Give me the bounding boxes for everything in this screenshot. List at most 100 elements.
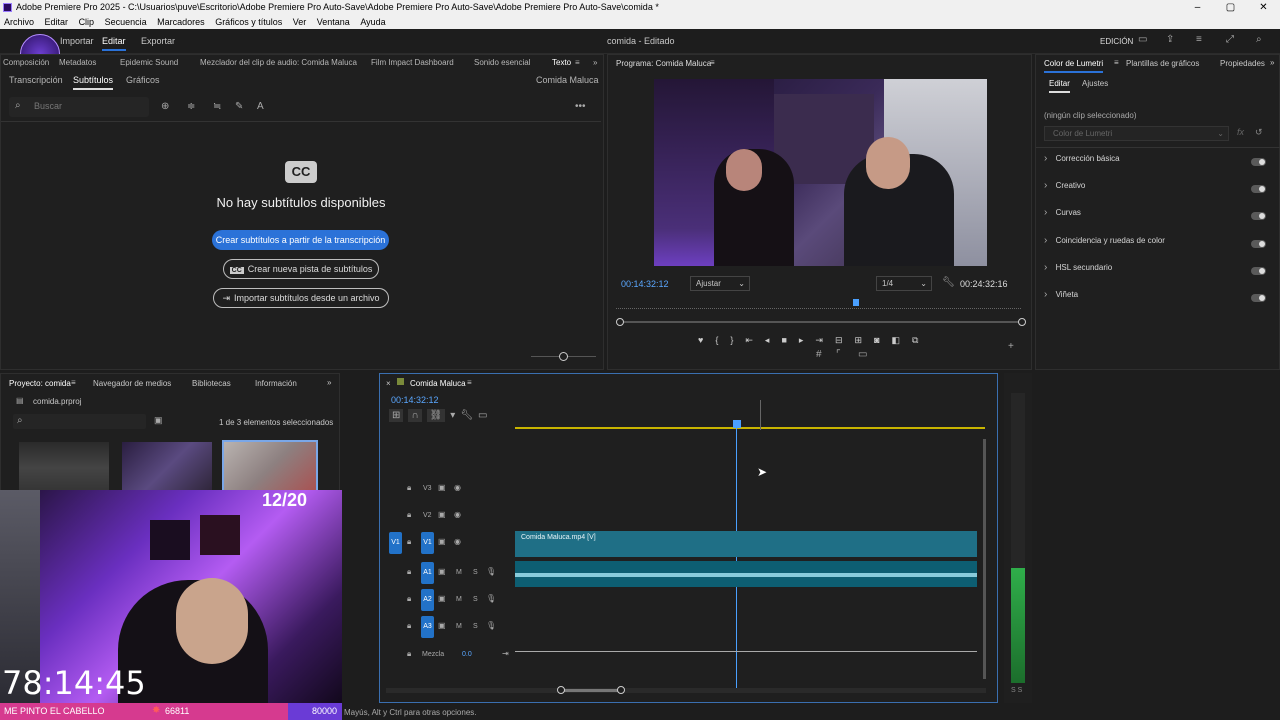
fx-icon[interactable]: fx [1237, 127, 1244, 137]
more-tabs-icon[interactable]: » [593, 58, 597, 67]
menu-marcadores[interactable]: Marcadores [157, 17, 205, 27]
import-captions-button[interactable]: ⇥ Importar subtítulos desde un archivo [213, 288, 389, 308]
solo-button[interactable]: S [473, 596, 478, 603]
track-label[interactable]: V3 [423, 485, 432, 492]
workspace-mode[interactable]: EDICIÓN [1100, 37, 1133, 46]
fit-dropdown[interactable]: Ajustar ⌄ [690, 276, 750, 291]
section-toggle[interactable] [1251, 267, 1266, 275]
add-button-icon[interactable]: + [1008, 341, 1014, 352]
subtab-editar[interactable]: Editar [1049, 79, 1070, 93]
timeline-vertical-scroll[interactable] [983, 439, 986, 679]
track-label[interactable]: A2 [421, 589, 434, 611]
add-marker-icon[interactable]: ▾ [450, 410, 455, 421]
tab-composicion[interactable]: Composición [3, 58, 49, 67]
tab-proyecto[interactable]: Proyecto: comida [9, 379, 71, 388]
tab-editar[interactable]: Editar [102, 36, 126, 51]
panel-menu-icon[interactable]: ≡ [71, 378, 76, 387]
eye-icon[interactable]: ◉ [454, 510, 461, 519]
menu-archivo[interactable]: Archivo [4, 17, 34, 27]
tab-informacion[interactable]: Información [255, 379, 297, 388]
sync-lock-icon[interactable]: ▣ [438, 537, 446, 546]
microphone-icon[interactable]: 🎙︎ [486, 567, 496, 576]
subtab-graficos[interactable]: Gráficos [126, 75, 160, 85]
subtab-ajustes[interactable]: Ajustes [1082, 79, 1108, 88]
progress-icon[interactable]: ≡ [1196, 34, 1202, 45]
sync-lock-icon[interactable]: ▣ [438, 621, 446, 630]
tab-exportar[interactable]: Exportar [141, 36, 175, 46]
microphone-icon[interactable]: 🎙︎ [486, 621, 496, 630]
close-window-button[interactable]: ✕ [1247, 0, 1280, 15]
program-timecode[interactable]: 00:14:32:12 [621, 279, 669, 289]
program-zoom-bar[interactable] [620, 321, 1022, 323]
microphone-icon[interactable]: 🎙︎ [486, 594, 496, 603]
eye-icon[interactable]: ◉ [454, 537, 461, 546]
project-thumbnail-1[interactable] [19, 442, 109, 494]
more-tabs-icon[interactable]: » [327, 378, 331, 387]
section-toggle[interactable] [1251, 212, 1266, 220]
split-caption-icon[interactable]: ≑ [187, 101, 195, 112]
mix-value[interactable]: 0.0 [462, 651, 472, 658]
source-patch-v1[interactable]: V1 [389, 532, 402, 554]
menu-ventana[interactable]: Ventana [317, 17, 350, 27]
mute-button[interactable]: M [456, 569, 462, 576]
extract-icon[interactable]: ⊞ [855, 335, 863, 346]
go-to-in-icon[interactable]: ⇤ [745, 335, 753, 346]
work-area-bar[interactable] [515, 427, 985, 429]
add-caption-icon[interactable]: ⊕ [161, 101, 169, 112]
section-creativo[interactable]: › Creativo [1044, 180, 1266, 198]
tab-bibliotecas[interactable]: Bibliotecas [192, 379, 231, 388]
lock-icon[interactable]: 🔒︎ [407, 594, 411, 604]
timeline-timecode[interactable]: 00:14:32:12 [391, 395, 439, 405]
safe-margins-icon[interactable]: # [816, 349, 822, 360]
zoom-slider-handle[interactable] [559, 352, 568, 361]
subtab-subtitulos[interactable]: Subtítulos [73, 75, 114, 90]
export-frame-icon[interactable]: ◙ [874, 335, 879, 345]
section-toggle[interactable] [1251, 240, 1266, 248]
captions-display-icon[interactable]: ▭ [478, 410, 487, 421]
timeline-scroll-thumb[interactable] [561, 689, 621, 692]
new-bin-icon[interactable]: ▣ [154, 415, 163, 426]
panel-menu-icon[interactable]: ≡ [575, 58, 580, 67]
close-sequence-icon[interactable]: × [386, 379, 391, 388]
edit-pencil-icon[interactable]: ✎ [235, 101, 243, 112]
share-icon[interactable]: ⇪ [1166, 34, 1174, 45]
tab-propiedades[interactable]: Propiedades [1220, 59, 1265, 68]
solo-button[interactable]: S [473, 623, 478, 630]
track-label[interactable]: A1 [421, 562, 434, 584]
section-coincidencia[interactable]: › Coincidencia y ruedas de color [1044, 235, 1266, 253]
section-toggle[interactable] [1251, 158, 1266, 166]
lock-icon[interactable]: 🔒︎ [407, 483, 411, 493]
menu-ayuda[interactable]: Ayuda [360, 17, 385, 27]
lock-icon[interactable]: 🔒︎ [407, 537, 411, 547]
new-caption-track-button[interactable]: CC Crear nueva pista de subtítulos [223, 259, 379, 279]
lock-icon[interactable]: 🔒︎ [407, 621, 411, 631]
tab-lumetri[interactable]: Color de Lumetri [1044, 59, 1104, 73]
menu-graficos[interactable]: Gráficos y títulos [215, 17, 282, 27]
track-label[interactable]: A3 [421, 616, 434, 638]
video-clip[interactable]: Comida Maluca.mp4 [V] [515, 531, 977, 557]
tab-importar[interactable]: Importar [60, 36, 94, 46]
zoom-bar-left-handle[interactable] [616, 318, 624, 326]
proxy-toggle-icon[interactable]: ⧉ [912, 335, 918, 346]
crop-icon[interactable]: ⌜ [836, 349, 841, 360]
panel-menu-icon[interactable]: ≡ [1114, 58, 1119, 67]
sync-lock-icon[interactable]: ▣ [438, 483, 446, 492]
eye-icon[interactable]: ◉ [454, 483, 461, 492]
mute-button[interactable]: M [456, 596, 462, 603]
mute-button[interactable]: M [456, 623, 462, 630]
track-label[interactable]: V2 [423, 512, 432, 519]
section-vineta[interactable]: › Viñeta [1044, 289, 1266, 307]
step-back-icon[interactable]: ◂ [765, 335, 770, 346]
section-toggle[interactable] [1251, 185, 1266, 193]
nest-icon[interactable]: ⊞ [389, 409, 404, 422]
add-marker-icon[interactable]: ♥ [698, 335, 703, 345]
mark-in-icon[interactable]: { [715, 335, 718, 345]
lock-icon[interactable]: 🔒︎ [407, 567, 411, 577]
sync-lock-icon[interactable]: ▣ [438, 567, 446, 576]
sync-lock-icon[interactable]: ▣ [438, 594, 446, 603]
section-curvas[interactable]: › Curvas [1044, 207, 1266, 225]
panel-menu-icon[interactable]: ≡ [710, 58, 715, 67]
lift-icon[interactable]: ⊟ [835, 335, 843, 346]
zoom-bar-right-handle[interactable] [1018, 318, 1026, 326]
search-icon[interactable]: ⌕ [1256, 34, 1262, 45]
